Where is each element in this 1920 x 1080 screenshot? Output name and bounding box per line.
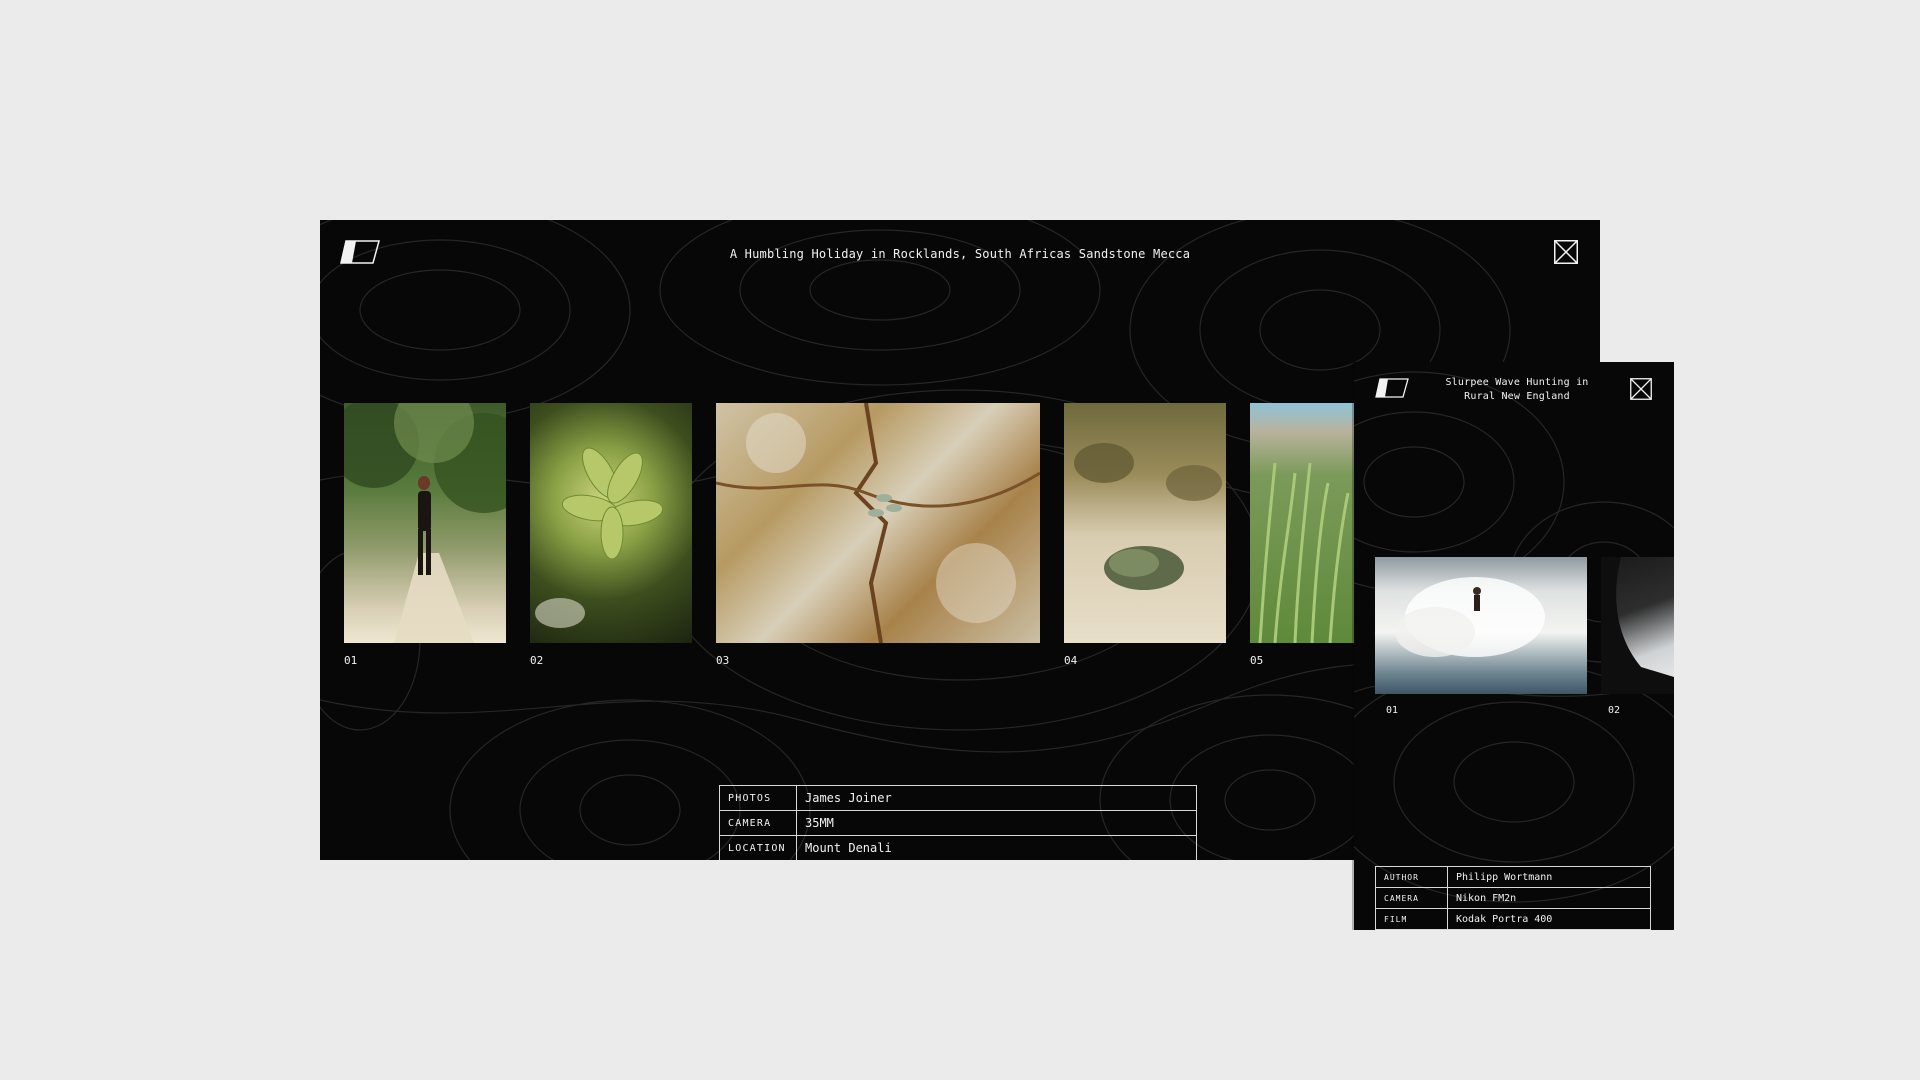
surfer-image [1395,577,1545,657]
meta-row: LOCATION Mount Denali [719,835,1197,860]
article-title: A Humbling Holiday in Rocklands, South A… [729,247,1191,261]
sandstone-image [716,403,1040,643]
photo-succulent-leaves[interactable] [530,403,692,643]
photo-number: 04 [1064,654,1078,667]
photo-number: 01 [344,654,358,667]
close-x-icon[interactable] [1554,240,1578,264]
side-article-window: Slurpee Wave Hunting in Rural New Englan… [1354,362,1674,930]
meta-key: LOCATION [719,835,797,860]
meta-key: CAMERA [1375,887,1448,909]
meta-value: Philipp Wortmann [1447,866,1651,888]
meta-value: James Joiner [796,785,1197,811]
desert-shrub-image [1074,443,1222,590]
meta-key: AUTHOR [1375,866,1448,888]
meta-key: PHOTOS [719,785,797,811]
meta-row: AUTHOR Philipp Wortmann [1375,866,1651,888]
photo-number: 02 [530,654,544,667]
meta-value: Kodak Portra 400 [1447,908,1651,930]
photo-desert-shrub[interactable] [1064,403,1226,643]
meta-key: CAMERA [719,810,797,836]
photo-number: 01 [1386,705,1399,716]
woman-on-trail-image [344,403,506,643]
photo-number: 02 [1608,705,1621,716]
photo-woman-on-trail[interactable] [344,403,506,643]
close-x-icon[interactable] [1630,378,1652,400]
photo-surfer-wave[interactable] [1375,557,1587,694]
succulent-image [535,447,664,628]
meta-row: CAMERA Nikon FM2n [1375,887,1651,909]
photo-number: 05 [1250,654,1264,667]
meta-key: FILM [1375,908,1448,930]
meta-row: PHOTOS James Joiner [719,785,1197,811]
photo-meta-table: PHOTOS James Joiner CAMERA 35MM LOCATION… [719,785,1197,860]
car-window-image [1601,557,1674,694]
trapezoid-logo-icon[interactable] [1375,378,1409,398]
meta-row: CAMERA 35MM [719,810,1197,836]
meta-value: Mount Denali [796,835,1197,860]
photo-meta-table: AUTHOR Philipp Wortmann CAMERA Nikon FM2… [1375,866,1651,930]
article-title: Slurpee Wave Hunting in Rural New Englan… [1445,377,1589,402]
reeds-image [1258,462,1350,643]
meta-row: FILM Kodak Portra 400 [1375,908,1651,930]
photo-sandstone-rock[interactable] [716,403,1040,643]
meta-value: Nikon FM2n [1447,887,1651,909]
trapezoid-logo-icon[interactable] [340,240,380,264]
photo-car-window[interactable] [1601,557,1674,694]
photo-green-reeds[interactable] [1250,403,1354,643]
photo-number: 03 [716,654,730,667]
meta-value: 35MM [796,810,1197,836]
